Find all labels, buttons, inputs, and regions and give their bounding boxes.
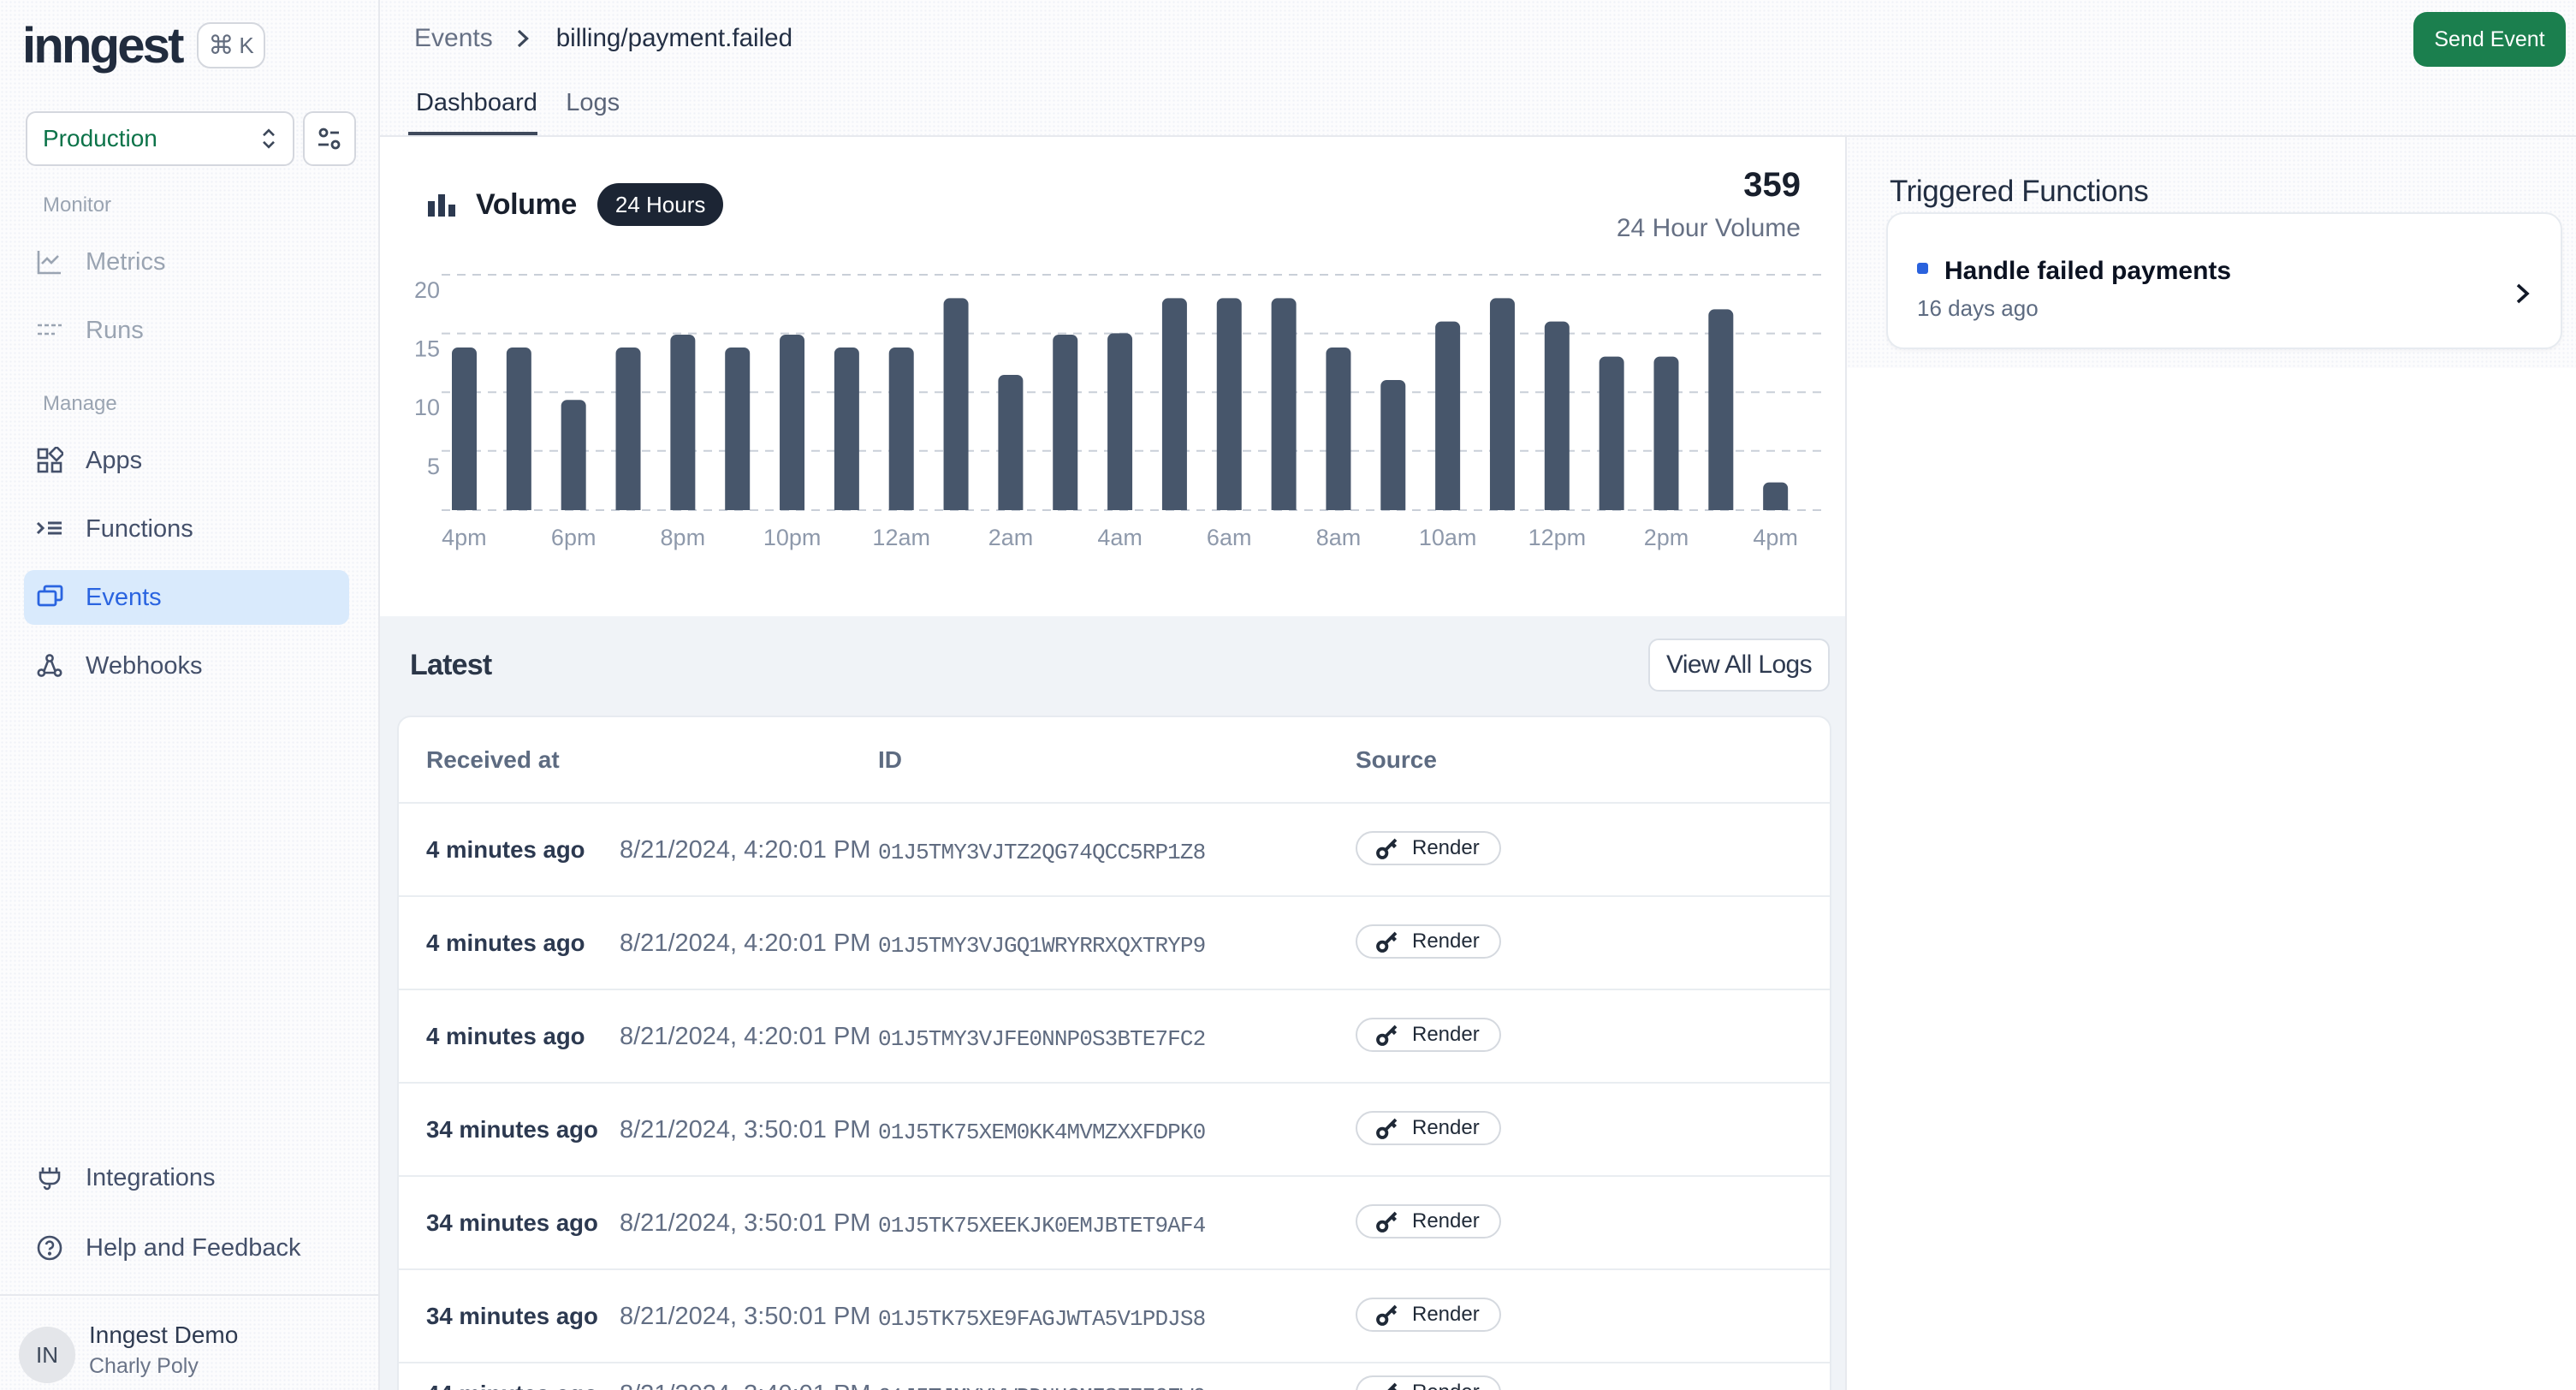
svg-text:10: 10 [414,395,440,420]
svg-text:5: 5 [427,454,440,479]
svg-text:4pm: 4pm [442,525,487,550]
svg-text:12am: 12am [872,525,930,550]
svg-text:4pm: 4pm [1753,525,1798,550]
svg-text:6am: 6am [1207,525,1252,550]
svg-text:15: 15 [414,336,440,362]
svg-text:2pm: 2pm [1644,525,1689,550]
svg-text:20: 20 [414,277,440,303]
svg-text:4am: 4am [1097,525,1143,550]
svg-text:8am: 8am [1316,525,1362,550]
svg-text:10pm: 10pm [763,525,822,550]
svg-text:12pm: 12pm [1528,525,1587,550]
svg-text:2am: 2am [988,525,1034,550]
svg-text:10am: 10am [1419,525,1477,550]
svg-text:8pm: 8pm [661,525,706,550]
svg-text:6pm: 6pm [551,525,597,550]
